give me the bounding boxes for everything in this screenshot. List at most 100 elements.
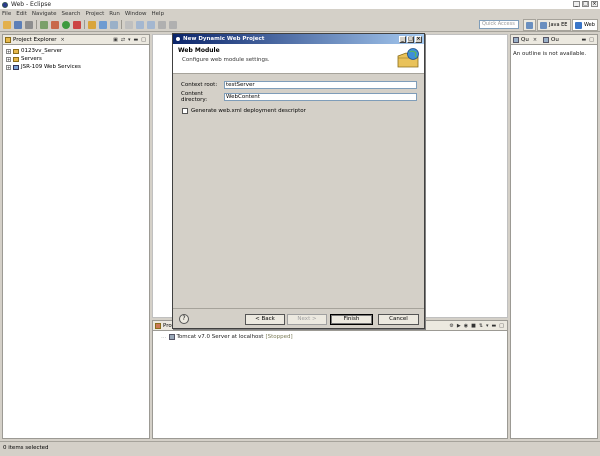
window-title-bar: Web - Eclipse _ □ × [0, 0, 600, 9]
status-text: 0 items selected [3, 445, 49, 451]
context-root-row: Context root: testServer [181, 81, 417, 89]
view-menu-icon[interactable]: ▾ [486, 323, 489, 329]
tab-quick[interactable]: Qu [521, 37, 529, 43]
open-perspective-button[interactable] [523, 19, 536, 31]
server-name: Tomcat v7.0 Server at localhost [176, 334, 264, 340]
debug-icon[interactable] [51, 20, 59, 29]
minimize-icon[interactable]: _ [399, 35, 406, 43]
dialog-title-bar: New Dynamic Web Project _ □ × [173, 34, 424, 44]
back-icon[interactable] [158, 20, 166, 29]
debug-server-icon[interactable]: ⚙ [449, 323, 453, 329]
perspective-web-label: Web [584, 22, 595, 28]
minimize-icon[interactable]: ▬ [582, 37, 587, 43]
outline-view-toolbar: ▬ □ [582, 37, 597, 43]
next-button[interactable]: Next > [287, 314, 327, 325]
content-directory-row: Content directory: WebContent [181, 91, 417, 103]
cancel-button[interactable]: Cancel [378, 314, 419, 325]
new-icon[interactable] [3, 20, 11, 29]
eclipse-icon [175, 36, 181, 42]
print-icon[interactable] [25, 20, 33, 29]
window-controls: _ □ × [573, 1, 598, 7]
maximize-icon[interactable]: □ [582, 1, 589, 7]
quick-access-input[interactable]: Quick Access [479, 20, 519, 29]
content-directory-label: Content directory: [181, 91, 208, 103]
server-icon [168, 334, 175, 340]
toolbar-separator [36, 20, 37, 29]
expand-icon[interactable]: + [6, 56, 11, 62]
save-icon[interactable] [14, 20, 22, 29]
java-ee-icon [540, 21, 547, 29]
link-editor-icon[interactable]: ⇄ [121, 37, 125, 43]
wizard-header: Web Module Configure web module settings… [173, 44, 424, 74]
new-package-icon[interactable] [99, 20, 107, 29]
project-icon [13, 48, 19, 54]
tree-item-label: 0123vv_Server [21, 48, 63, 54]
content-directory-input[interactable]: WebContent [224, 93, 417, 101]
outline-tabs: Qu × Ou ▬ □ [511, 35, 597, 45]
menu-run[interactable]: Run [109, 11, 120, 17]
minimize-icon[interactable]: ▬ [134, 37, 139, 43]
dialog-window-controls: _ □ × [399, 35, 424, 43]
annotation-next-icon[interactable] [136, 20, 144, 29]
expand-icon[interactable]: + [6, 64, 11, 70]
window-title: Web - Eclipse [11, 1, 52, 8]
run-icon[interactable] [62, 20, 70, 29]
maximize-icon[interactable]: □ [499, 323, 504, 329]
new-class-icon[interactable] [110, 20, 118, 29]
annotation-prev-icon[interactable] [147, 20, 155, 29]
tree-item[interactable]: + Servers [6, 55, 146, 63]
server-icon[interactable] [40, 20, 48, 29]
dialog-title: New Dynamic Web Project [183, 36, 265, 42]
close-icon[interactable]: × [60, 37, 64, 43]
close-icon[interactable]: × [533, 37, 537, 43]
forward-icon[interactable] [169, 20, 177, 29]
project-explorer-icon [5, 36, 11, 43]
menu-edit[interactable]: Edit [16, 11, 27, 17]
open-perspective-icon [526, 21, 533, 29]
expand-icon[interactable]: + [6, 48, 11, 54]
outline-panel: Qu × Ou ▬ □ An outline is not available. [510, 34, 598, 439]
open-type-icon[interactable] [88, 20, 96, 29]
minimize-icon[interactable]: ▬ [492, 323, 497, 329]
search-icon[interactable] [125, 20, 133, 29]
tab-outline[interactable]: Ou [551, 37, 559, 43]
collapse-all-icon[interactable]: ▣ [113, 37, 118, 43]
close-icon[interactable]: × [415, 35, 422, 43]
menu-search[interactable]: Search [62, 11, 81, 17]
close-icon[interactable]: × [591, 1, 598, 7]
back-button[interactable]: < Back [245, 314, 285, 325]
context-root-input[interactable]: testServer [224, 81, 417, 89]
finish-button[interactable]: Finish [330, 314, 373, 325]
stop-server-icon[interactable]: ■ [471, 323, 476, 329]
menu-file[interactable]: File [2, 11, 11, 17]
maximize-icon[interactable]: □ [407, 35, 414, 43]
external-tools-icon[interactable] [73, 20, 81, 29]
perspective-java-ee[interactable]: Java EE [537, 19, 571, 31]
menu-project[interactable]: Project [85, 11, 104, 17]
outline-icon [543, 36, 550, 43]
start-server-icon[interactable]: ▶ [457, 323, 461, 329]
tree-item[interactable]: + 0123vv_Server [6, 47, 146, 55]
minimize-icon[interactable]: _ [573, 1, 580, 7]
eclipse-icon [2, 1, 8, 8]
project-explorer-tab[interactable]: Project Explorer × ▣ ⇄ ▾ ▬ □ [3, 35, 149, 45]
menu-bar: File Edit Navigate Search Project Run Wi… [0, 9, 600, 18]
server-row[interactable]: … Tomcat v7.0 Server at localhost [Stopp… [161, 334, 293, 340]
publish-icon[interactable]: ⇅ [479, 323, 483, 329]
menu-navigate[interactable]: Navigate [32, 11, 57, 17]
view-toolbar: ▣ ⇄ ▾ ▬ □ [113, 37, 149, 43]
maximize-icon[interactable]: □ [589, 37, 594, 43]
generate-webxml-checkbox[interactable] [182, 108, 188, 114]
view-menu-icon[interactable]: ▾ [128, 37, 131, 43]
menu-window[interactable]: Window [125, 11, 147, 17]
tree-item[interactable]: + JSR-109 Web Services [6, 63, 146, 71]
wizard-page-subtitle: Configure web module settings. [182, 57, 270, 63]
help-icon[interactable]: ? [179, 314, 189, 324]
context-root-label: Context root: [181, 82, 218, 88]
profile-server-icon[interactable]: ◉ [464, 323, 468, 329]
perspective-web[interactable]: Web [572, 19, 598, 31]
maximize-icon[interactable]: □ [141, 37, 146, 43]
generate-webxml-option[interactable]: Generate web.xml deployment descriptor [182, 108, 306, 114]
menu-help[interactable]: Help [152, 11, 165, 17]
toolbar-separator [121, 20, 122, 29]
